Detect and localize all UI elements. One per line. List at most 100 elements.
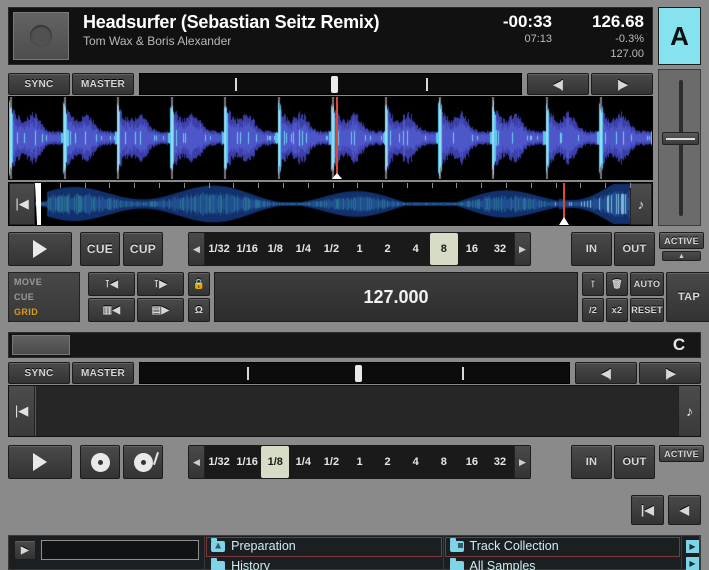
grid-fine-left-button[interactable]: ▥◀	[88, 298, 135, 322]
deck-c-letter-badge[interactable]: C	[664, 335, 694, 355]
loop-size-4[interactable]: 4	[402, 446, 430, 478]
expand-arrow-icon[interactable]: ▶	[685, 540, 699, 553]
browser-item-label: All Samples	[469, 559, 536, 570]
tab-cue[interactable]: CUE	[14, 290, 79, 305]
loop-size-1-4[interactable]: 1/4	[289, 233, 317, 265]
loop-size-1-32[interactable]: 1/32	[205, 446, 233, 478]
deck-a-tempo-fader[interactable]	[658, 69, 701, 226]
loop-size-16[interactable]: 16	[458, 446, 486, 478]
deck-c-loop-size-selector[interactable]: ◀ 1/32 1/16 1/8 1/4 1/2 1 2 4 8 16 32 ▶	[188, 445, 531, 479]
loop-size-1-4[interactable]: 1/4	[289, 446, 317, 478]
deck-c-scratch-button[interactable]	[123, 445, 163, 479]
deck-c-loop-active-button[interactable]: ACTIVE	[659, 445, 704, 462]
loop-size-16[interactable]: 16	[458, 233, 486, 265]
search-input[interactable]	[41, 540, 200, 560]
browser-item-history[interactable]: History	[205, 556, 442, 570]
loop-size-1-8[interactable]: 1/8	[261, 446, 290, 478]
loop-size-8[interactable]: 8	[430, 446, 458, 478]
loop-size-1-16[interactable]: 1/16	[233, 233, 261, 265]
loop-size-4[interactable]: 4	[402, 233, 430, 265]
deck-c-track-overview[interactable]: |◀ ♪	[8, 385, 701, 437]
loop-size-2[interactable]: 2	[374, 233, 402, 265]
loop-size-1-32[interactable]: 1/32	[205, 233, 233, 265]
deck-a-cup-button[interactable]: CUP	[123, 232, 163, 266]
grid-bpm-display[interactable]: 127.000	[214, 272, 578, 322]
deck-a-jump-start-button[interactable]: |◀	[9, 183, 35, 225]
grid-double-button[interactable]: x2	[606, 298, 628, 322]
expand-arrow-icon[interactable]: ▶	[685, 557, 699, 570]
loop-size-next-button[interactable]: ▶	[514, 446, 530, 478]
tempo-fader-handle[interactable]	[662, 132, 699, 145]
grid-fine-right-button[interactable]: ▤▶	[137, 298, 184, 322]
tab-move[interactable]: MOVE	[14, 275, 79, 290]
grid-auto-button[interactable]: AUTO	[630, 272, 664, 296]
deck-c-play-button[interactable]	[8, 445, 72, 479]
loop-size-32[interactable]: 32	[486, 233, 514, 265]
deck-a-nudge-back-button[interactable]: ◀|	[527, 73, 589, 95]
grid-half-button[interactable]: /2	[582, 298, 604, 322]
tab-grid[interactable]: GRID	[14, 305, 79, 320]
deck-a-panel-expand-button[interactable]: ▲	[662, 251, 701, 261]
loop-size-2[interactable]: 2	[374, 446, 402, 478]
loop-size-prev-button[interactable]: ◀	[189, 233, 205, 265]
grid-tap-button[interactable]: TAP	[666, 272, 709, 322]
deck-a-track-title: Headsurfer (Sebastian Seitz Remix)	[83, 12, 380, 32]
loop-size-1-2[interactable]: 1/2	[317, 446, 345, 478]
loop-size-1[interactable]: 1	[345, 446, 373, 478]
loop-size-1[interactable]: 1	[345, 233, 373, 265]
search-go-button[interactable]: ▶	[14, 540, 36, 560]
grid-nudge-right-button[interactable]: ⊺▶	[137, 272, 184, 296]
stripe-tick	[431, 183, 433, 188]
deck-a-nudge-forward-button[interactable]: |▶	[591, 73, 653, 95]
deck-c-stripe[interactable]	[35, 386, 678, 436]
deck-c-nudge-forward-button[interactable]: |▶	[639, 362, 701, 384]
deck-c-sync-button[interactable]: SYNC	[8, 362, 70, 384]
grid-marker-button[interactable]: ⊺	[582, 272, 604, 296]
grid-reset-button[interactable]: RESET	[630, 298, 664, 322]
deck-c-phase-meter[interactable]	[139, 362, 570, 384]
loop-size-32[interactable]: 32	[486, 446, 514, 478]
browser-tree-column-3[interactable]: ▶ ▶	[682, 536, 700, 570]
deck-a-play-button[interactable]	[8, 232, 72, 266]
play-triangle-icon	[33, 453, 47, 471]
loop-size-1-8[interactable]: 1/8	[261, 233, 289, 265]
deck-a-cue-button[interactable]: CUE	[80, 232, 120, 266]
deck-a-bpm-block[interactable]: 126.68 -0.3% 127.00	[560, 8, 652, 64]
deck-c-loop-out-button[interactable]: OUT	[614, 445, 655, 479]
deck-c-master-button[interactable]: MASTER	[72, 362, 134, 384]
deck-a-master-button[interactable]: MASTER	[72, 73, 134, 95]
lock-icon[interactable]: 🔒	[188, 272, 210, 296]
deck-c-vinyl-button[interactable]	[80, 445, 120, 479]
deck-c-cover-art[interactable]	[12, 335, 70, 355]
loop-size-8[interactable]: 8	[429, 233, 458, 265]
loop-size-1-16[interactable]: 1/16	[233, 446, 261, 478]
deck-a-time-block[interactable]: -00:33 07:13	[468, 8, 560, 64]
deck-a-stripe[interactable]	[35, 183, 631, 225]
nav-prev-button[interactable]: ◀	[668, 495, 701, 525]
loop-size-1-2[interactable]: 1/2	[317, 233, 345, 265]
loop-size-next-button[interactable]: ▶	[514, 233, 530, 265]
deck-a-loop-active-button[interactable]: ACTIVE	[659, 232, 704, 249]
grid-delete-button[interactable]: 🗑	[606, 272, 628, 296]
deck-a-letter-badge[interactable]: A	[658, 7, 701, 65]
deck-a-waveform[interactable]	[8, 96, 653, 180]
headphone-icon[interactable]: Ω	[188, 298, 210, 322]
browser-item-all-samples[interactable]: All Samples	[444, 556, 681, 570]
deck-a-key-button[interactable]: ♪	[630, 183, 652, 225]
deck-a-loop-size-selector[interactable]: ◀ 1/32 1/16 1/8 1/4 1/2 1 2 4 8 16 32 ▶	[188, 232, 531, 266]
deck-a-loop-out-button[interactable]: OUT	[614, 232, 655, 266]
deck-a-phase-meter[interactable]	[139, 73, 522, 95]
loop-size-prev-button[interactable]: ◀	[189, 446, 205, 478]
nav-first-button[interactable]: |◀	[631, 495, 664, 525]
deck-c-loop-in-button[interactable]: IN	[571, 445, 612, 479]
deck-a-track-overview[interactable]: |◀ ♪	[8, 182, 653, 226]
grid-nudge-left-button[interactable]: ⊺◀	[88, 272, 135, 296]
deck-a-sync-button[interactable]: SYNC	[8, 73, 70, 95]
deck-c-nudge-back-button[interactable]: ◀|	[575, 362, 637, 384]
browser-item-label: History	[231, 559, 271, 570]
deck-a-cover-art[interactable]	[13, 12, 69, 60]
deck-c-jump-start-button[interactable]: |◀	[9, 386, 35, 436]
deck-c-key-button[interactable]: ♪	[678, 386, 700, 436]
deck-a-pitch: -0.3%	[615, 33, 644, 45]
deck-a-loop-in-button[interactable]: IN	[571, 232, 612, 266]
